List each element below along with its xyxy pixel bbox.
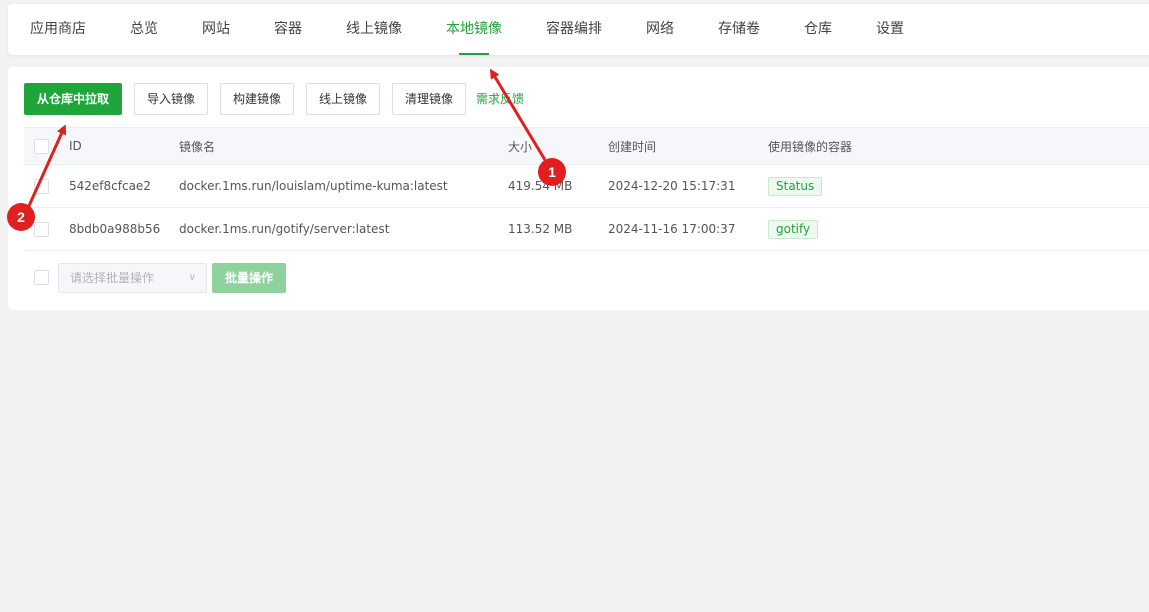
- images-panel: 从仓库中拉取 导入镜像 构建镜像 线上镜像 清理镜像 需求反馈 ID 镜像名 大…: [8, 67, 1149, 310]
- clean-images-button[interactable]: 清理镜像: [392, 83, 466, 115]
- tab-overview[interactable]: 总览: [130, 4, 158, 55]
- image-name: docker.1ms.run/gotify/server:latest: [179, 222, 390, 236]
- column-header-size: 大小: [508, 139, 533, 154]
- tab-websites[interactable]: 网站: [202, 4, 230, 55]
- select-all-checkbox[interactable]: [34, 138, 49, 154]
- chevron-down-icon: ∨: [188, 272, 196, 283]
- tab-compose[interactable]: 容器编排: [546, 4, 602, 55]
- container-tag[interactable]: Status: [768, 176, 823, 196]
- online-images-button[interactable]: 线上镜像: [306, 83, 380, 115]
- images-table: ID 镜像名 大小 创建时间 使用镜像的容器 542ef8cfcae2 dock…: [24, 127, 1149, 251]
- column-header-name: 镜像名: [179, 139, 216, 154]
- tab-app-store[interactable]: 应用商店: [30, 4, 86, 55]
- column-header-created: 创建时间: [608, 139, 657, 154]
- image-created: 2024-12-20 15:17:31: [608, 179, 736, 193]
- tab-containers[interactable]: 容器: [274, 4, 302, 55]
- annotation-badge-2: 2: [7, 203, 35, 231]
- table-row: 542ef8cfcae2 docker.1ms.run/louislam/upt…: [24, 165, 1149, 208]
- tab-networks[interactable]: 网络: [646, 4, 674, 55]
- tab-local-images[interactable]: 本地镜像: [446, 4, 502, 55]
- image-size: 113.52 MB: [508, 222, 573, 236]
- column-header-id: ID: [69, 139, 82, 153]
- row-checkbox[interactable]: [34, 178, 49, 194]
- tab-local-images-label: 本地镜像: [446, 21, 502, 37]
- batch-operation-button[interactable]: 批量操作: [212, 263, 286, 293]
- image-id: 8bdb0a988b56: [69, 222, 161, 236]
- image-id: 542ef8cfcae2: [69, 179, 151, 193]
- tab-settings[interactable]: 设置: [876, 4, 904, 55]
- tab-registries[interactable]: 仓库: [804, 4, 832, 55]
- feedback-link[interactable]: 需求反馈: [476, 83, 524, 115]
- row-checkbox[interactable]: [34, 221, 49, 237]
- annotation-badge-1: 1: [538, 158, 566, 186]
- image-name: docker.1ms.run/louislam/uptime-kuma:late…: [179, 179, 448, 193]
- batch-select-placeholder: 请选择批量操作: [70, 271, 155, 285]
- top-tab-bar: 应用商店 总览 网站 容器 线上镜像 本地镜像 容器编排 网络 存储卷 仓库 设…: [8, 4, 1149, 55]
- tab-online-images[interactable]: 线上镜像: [346, 4, 402, 55]
- batch-select-checkbox[interactable]: [34, 270, 49, 285]
- image-created: 2024-11-16 17:00:37: [608, 222, 736, 236]
- table-row: 8bdb0a988b56 docker.1ms.run/gotify/serve…: [24, 208, 1149, 251]
- import-image-button[interactable]: 导入镜像: [134, 83, 208, 115]
- column-header-containers: 使用镜像的容器: [768, 139, 853, 154]
- pull-from-registry-button[interactable]: 从仓库中拉取: [24, 83, 122, 115]
- batch-operation-select[interactable]: 请选择批量操作 ∨: [58, 263, 207, 293]
- build-image-button[interactable]: 构建镜像: [220, 83, 294, 115]
- tab-volumes[interactable]: 存储卷: [718, 4, 760, 55]
- table-header: ID 镜像名 大小 创建时间 使用镜像的容器: [24, 128, 1149, 165]
- container-tag[interactable]: gotify: [768, 219, 819, 239]
